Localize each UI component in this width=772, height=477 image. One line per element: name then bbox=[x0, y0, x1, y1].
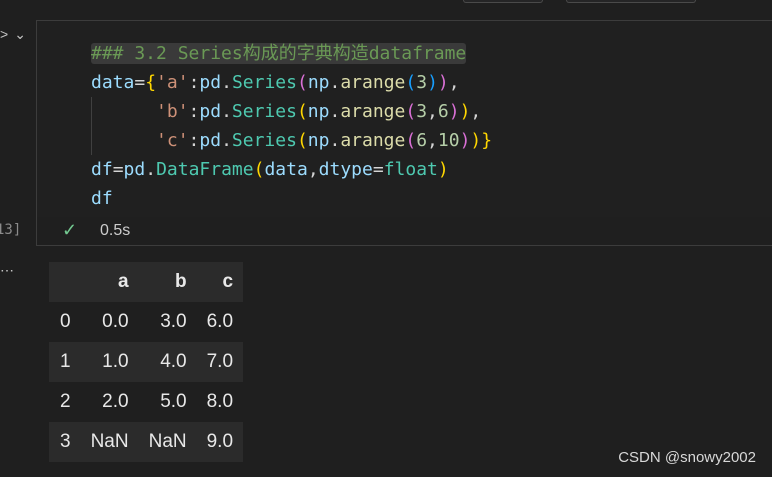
table-row: 2 2.0 5.0 8.0 bbox=[49, 382, 243, 422]
table-cell: NaN bbox=[148, 431, 187, 452]
output-more-icon[interactable]: ⋯ bbox=[0, 262, 15, 279]
table-cell: 7.0 bbox=[206, 351, 234, 372]
check-icon: ✓ bbox=[62, 220, 78, 240]
table-cell: 4.0 bbox=[160, 351, 187, 372]
table-header-row: a b c bbox=[49, 262, 244, 302]
table-row: 1 1.0 4.0 7.0 bbox=[49, 342, 244, 382]
code-cell[interactable]: ### 3.2 Series构成的字典构造dataframe data={'a':… bbox=[36, 20, 772, 246]
toolbar-button-right[interactable] bbox=[566, 0, 696, 3]
dataframe-output: a b c 0 0.0 3.0 6.0 1 1.0 4.0 7.0 2 2.0 … bbox=[49, 262, 244, 462]
table-cell: 9.0 bbox=[206, 431, 234, 452]
execution-count: 13] bbox=[0, 222, 22, 238]
watermark: CSDN @snowy2002 bbox=[618, 449, 756, 466]
column-header-a: a bbox=[118, 271, 129, 292]
chevron-right-icon[interactable]: > bbox=[0, 26, 8, 43]
chevron-down-icon[interactable]: ⌄ bbox=[14, 26, 26, 43]
code-line-2: data={'a':pd.Series(np.arange(3)), bbox=[91, 72, 460, 93]
code-block: ### 3.2 Series构成的字典构造dataframe data={'a':… bbox=[91, 39, 492, 213]
toolbar-button-left[interactable] bbox=[463, 0, 543, 3]
table-cell: 5.0 bbox=[160, 391, 187, 412]
code-editor[interactable]: ### 3.2 Series构成的字典构造dataframe data={'a':… bbox=[37, 21, 772, 217]
code-line-5: df=pd.DataFrame(data,dtype=float) bbox=[91, 159, 449, 180]
table-cell: 0.0 bbox=[102, 311, 129, 332]
column-header-c: c bbox=[222, 271, 234, 292]
code-line-4: 'c':pd.Series(np.arange(6,10))} bbox=[156, 130, 493, 151]
code-line-6: df bbox=[91, 188, 113, 209]
cell-toggle[interactable]: > ⌄ bbox=[0, 26, 26, 43]
table-row: 3 NaN NaN 9.0 bbox=[49, 422, 244, 462]
code-line-3: 'b':pd.Series(np.arange(3,6)), bbox=[156, 101, 482, 122]
table-row: 0 0.0 3.0 6.0 bbox=[49, 302, 243, 342]
table-cell: 3.0 bbox=[160, 311, 187, 332]
table-cell: 6.0 bbox=[206, 311, 234, 332]
row-index: 1 bbox=[60, 351, 71, 372]
table-cell: 8.0 bbox=[206, 391, 234, 412]
column-header-b: b bbox=[175, 271, 187, 292]
code-line-1: ### 3.2 Series构成的字典构造dataframe bbox=[91, 43, 467, 64]
row-index: 0 bbox=[60, 311, 71, 332]
table-cell: 1.0 bbox=[102, 351, 129, 372]
table-cell: NaN bbox=[90, 431, 129, 452]
table-cell: 2.0 bbox=[102, 391, 129, 412]
execution-duration: 0.5s bbox=[100, 222, 131, 239]
row-index: 3 bbox=[60, 431, 71, 452]
row-index: 2 bbox=[60, 391, 71, 412]
column-header-index bbox=[49, 262, 81, 302]
